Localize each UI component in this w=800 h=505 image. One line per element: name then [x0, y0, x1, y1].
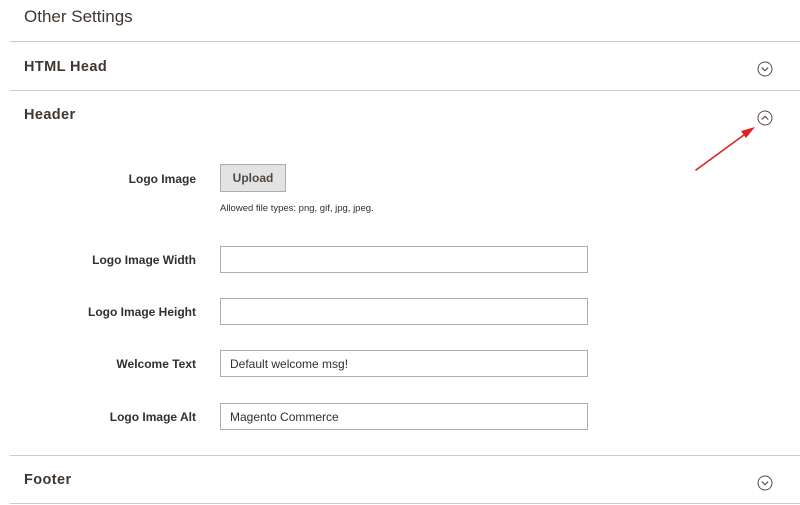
logo-image-label: Logo Image [128, 172, 196, 186]
logo-image-width-label: Logo Image Width [92, 253, 196, 267]
allowed-file-types-note: Allowed file types: png, gif, jpg, jpeg. [220, 203, 374, 214]
logo-image-height-label: Logo Image Height [88, 305, 196, 319]
chevron-down-icon[interactable] [757, 475, 773, 491]
section-divider [10, 41, 800, 42]
section-title-header[interactable]: Header [24, 107, 76, 123]
section-title-html-head[interactable]: HTML Head [24, 59, 107, 75]
logo-image-width-input[interactable] [220, 246, 588, 273]
logo-image-alt-label: Logo Image Alt [109, 410, 196, 424]
section-title-footer[interactable]: Footer [24, 472, 72, 488]
section-divider [10, 503, 800, 504]
section-divider [10, 90, 800, 91]
logo-image-alt-input[interactable] [220, 403, 588, 430]
logo-image-height-input[interactable] [220, 298, 588, 325]
section-divider [10, 455, 800, 456]
page-title: Other Settings [24, 7, 133, 26]
chevron-up-icon[interactable] [757, 110, 773, 126]
welcome-text-input[interactable] [220, 350, 588, 377]
upload-button[interactable]: Upload [220, 164, 286, 192]
chevron-down-icon[interactable] [757, 61, 773, 77]
welcome-text-label: Welcome Text [116, 357, 196, 371]
